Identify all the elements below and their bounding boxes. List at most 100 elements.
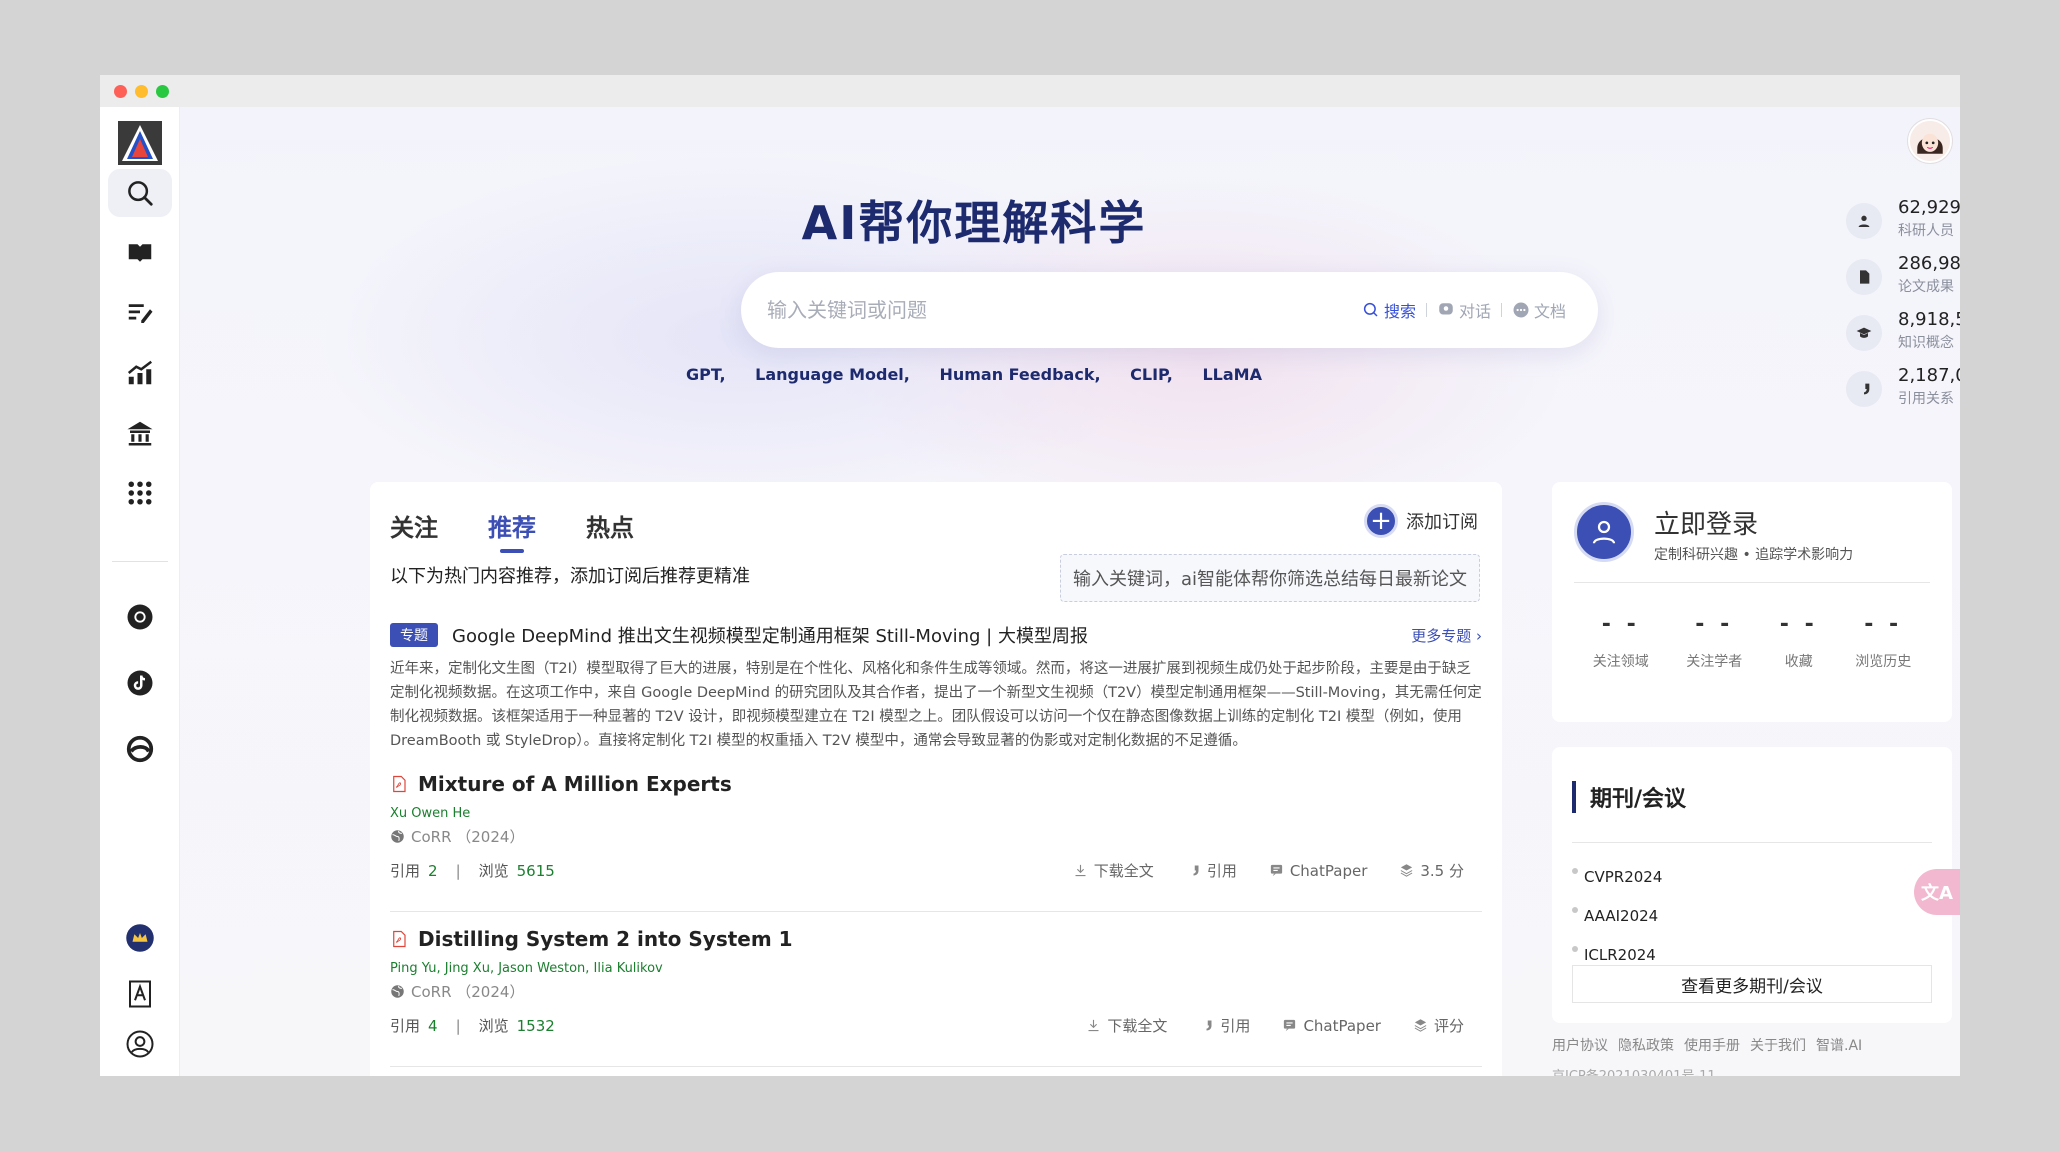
views-label: 浏览: [478, 1017, 509, 1035]
views-label: 浏览: [478, 862, 509, 880]
paper-title: Distilling System 2 into System 1: [418, 927, 793, 951]
window-titlebar: [100, 75, 1960, 107]
sidebar-item-institutions[interactable]: [108, 409, 172, 457]
paper-authors[interactable]: Ping Yu, Jing Xu, Jason Weston, Ilia Kul…: [390, 961, 663, 976]
sidebar-item-account[interactable]: [108, 1020, 172, 1068]
sidebar-item-search[interactable]: [108, 169, 172, 217]
search-mode-search[interactable]: 搜索: [1352, 298, 1426, 322]
hot-keyword-tag[interactable]: Language Model,: [755, 365, 910, 384]
sidebar-item-chrome-extension[interactable]: [108, 593, 172, 641]
download-icon: [1088, 1019, 1099, 1032]
paper-authors[interactable]: Xu Owen He: [390, 806, 470, 821]
minimize-window-button[interactable]: [135, 84, 148, 98]
feed-tabs: 关注 推荐 热点: [390, 508, 634, 553]
stat-label: 论文成果: [1898, 279, 1954, 295]
paper-actions: 下载全文 引用 ChatPaper 3.5 分: [1073, 860, 1464, 881]
user-stat-history[interactable]: - - 浏览历史: [1855, 612, 1911, 671]
footer-link[interactable]: 智谱.AI: [1816, 1035, 1862, 1055]
footer-link[interactable]: 用户协议: [1552, 1035, 1608, 1055]
translate-button[interactable]: 文A: [1914, 869, 1960, 915]
footer-link[interactable]: 隐私政策: [1618, 1035, 1674, 1055]
citations-label: 引用: [390, 862, 421, 880]
cite-button[interactable]: 引用: [1186, 860, 1237, 881]
search-input[interactable]: [767, 298, 1352, 322]
tab-following[interactable]: 关注: [390, 508, 438, 543]
user-stat-value: - -: [1864, 612, 1903, 637]
download-icon: [1075, 864, 1086, 877]
user-avatar[interactable]: [1908, 119, 1952, 163]
user-stat-favorites[interactable]: - - 收藏: [1780, 612, 1818, 671]
journal-item[interactable]: CVPR2024: [1572, 857, 1662, 896]
sidebar-item-library[interactable]: [108, 229, 172, 277]
chatpaper-button[interactable]: ChatPaper: [1282, 1015, 1381, 1036]
tab-recommended[interactable]: 推荐: [488, 508, 536, 553]
journal-item[interactable]: AAAI2024: [1572, 896, 1662, 935]
sidebar-item-translate[interactable]: [108, 970, 172, 1018]
add-subscription-label: 添加订阅: [1406, 512, 1478, 533]
user-outline-icon: [1592, 520, 1616, 544]
paper-title: Mixture of A Million Experts: [418, 772, 732, 796]
search-mode-document[interactable]: 文档: [1502, 298, 1576, 322]
rating-button[interactable]: 3.5 分: [1399, 860, 1464, 881]
chat-bubble-icon: [1439, 303, 1453, 315]
user-stat-scholars[interactable]: - - 关注学者: [1686, 612, 1742, 671]
sidebar-item-trends[interactable]: [108, 349, 172, 397]
login-avatar[interactable]: [1574, 502, 1634, 562]
citation-count: 2: [428, 861, 438, 880]
topic-header: 专题 Google DeepMind 推出文生视频模型定制通用框架 Still-…: [390, 622, 1482, 648]
sidebar-item-vip[interactable]: [108, 914, 172, 962]
stat-value: 2,187,034,370: [1898, 365, 1960, 386]
text-box-icon: [129, 980, 151, 1008]
crown-badge-icon: [126, 924, 154, 952]
aminer-logo[interactable]: [118, 121, 162, 165]
quote-icon: [1206, 1020, 1212, 1031]
hot-keyword-tag[interactable]: LLaMA: [1202, 365, 1262, 384]
tab-trending[interactable]: 热点: [586, 508, 634, 543]
search-mode-label: 文档: [1533, 302, 1566, 321]
search-mode-label: 对话: [1458, 302, 1491, 321]
sidebar-item-notes[interactable]: [108, 289, 172, 337]
download-button[interactable]: 下载全文: [1073, 860, 1154, 881]
login-link[interactable]: 立即登录: [1654, 504, 1758, 541]
user-stat-fields[interactable]: - - 关注领域: [1593, 612, 1649, 671]
sidebar-item-more-apps[interactable]: [108, 469, 172, 517]
close-window-button[interactable]: [114, 84, 127, 98]
sidebar-divider: [112, 561, 168, 562]
topic-title[interactable]: Google DeepMind 推出文生视频模型定制通用框架 Still-Mov…: [452, 622, 1088, 648]
download-button[interactable]: 下载全文: [1086, 1015, 1167, 1036]
chat-icon: [1270, 864, 1282, 877]
footer-link[interactable]: 关于我们: [1750, 1035, 1806, 1055]
paper-metrics: 引用 4 | 浏览 1532: [390, 1015, 555, 1036]
stat-papers: 286,985,761 论文成果: [1846, 253, 1960, 309]
paper-card: Distilling System 2 into System 1 Ping Y…: [390, 927, 1482, 1067]
recommendation-feed: 关注 推荐 热点 + 添加订阅 以下为热门内容推荐，添加订阅后推荐更精准 输入关…: [370, 482, 1502, 1076]
footer-link[interactable]: 使用手册: [1684, 1035, 1740, 1055]
action-label: 3.5 分: [1420, 862, 1464, 880]
sidebar-item-tiktok[interactable]: [108, 659, 172, 707]
maximize-window-button[interactable]: [156, 84, 169, 98]
hot-keyword-tag[interactable]: GPT,: [686, 365, 726, 384]
paper-venue: CoRR （2024）: [390, 826, 524, 847]
cite-button[interactable]: 引用: [1199, 1015, 1250, 1036]
more-journals-button[interactable]: 查看更多期刊/会议: [1572, 965, 1932, 1003]
more-topics-link[interactable]: 更多专题 ›: [1411, 625, 1482, 646]
search-mode-chat[interactable]: 对话: [1427, 298, 1501, 322]
tiktok-icon: [127, 670, 153, 696]
journals-list: CVPR2024 AAAI2024 ICLR2024: [1572, 857, 1662, 974]
user-stat-label: 收藏: [1784, 654, 1813, 670]
action-label: ChatPaper: [1289, 861, 1368, 880]
action-label: 下载全文: [1093, 862, 1154, 880]
paper-venue-label: CoRR （2024）: [411, 983, 525, 1001]
hot-keyword-tag[interactable]: Human Feedback,: [939, 365, 1100, 384]
hot-keyword-tag[interactable]: CLIP,: [1130, 365, 1173, 384]
metric-separator: |: [455, 861, 461, 880]
rating-button[interactable]: 评分: [1413, 1015, 1464, 1036]
paper-title-row[interactable]: Mixture of A Million Experts: [390, 772, 732, 796]
hot-keyword-tags: GPT, Language Model, Human Feedback, CLI…: [180, 365, 1768, 384]
add-subscription-button[interactable]: + 添加订阅: [1364, 504, 1478, 538]
paper-title-row[interactable]: Distilling System 2 into System 1: [390, 927, 793, 951]
chatpaper-button[interactable]: ChatPaper: [1269, 860, 1368, 881]
graduation-cap-icon: [1846, 315, 1882, 351]
feed-tip: 以下为热门内容推荐，添加订阅后推荐更精准: [390, 566, 750, 587]
sidebar-item-edge[interactable]: [108, 725, 172, 773]
